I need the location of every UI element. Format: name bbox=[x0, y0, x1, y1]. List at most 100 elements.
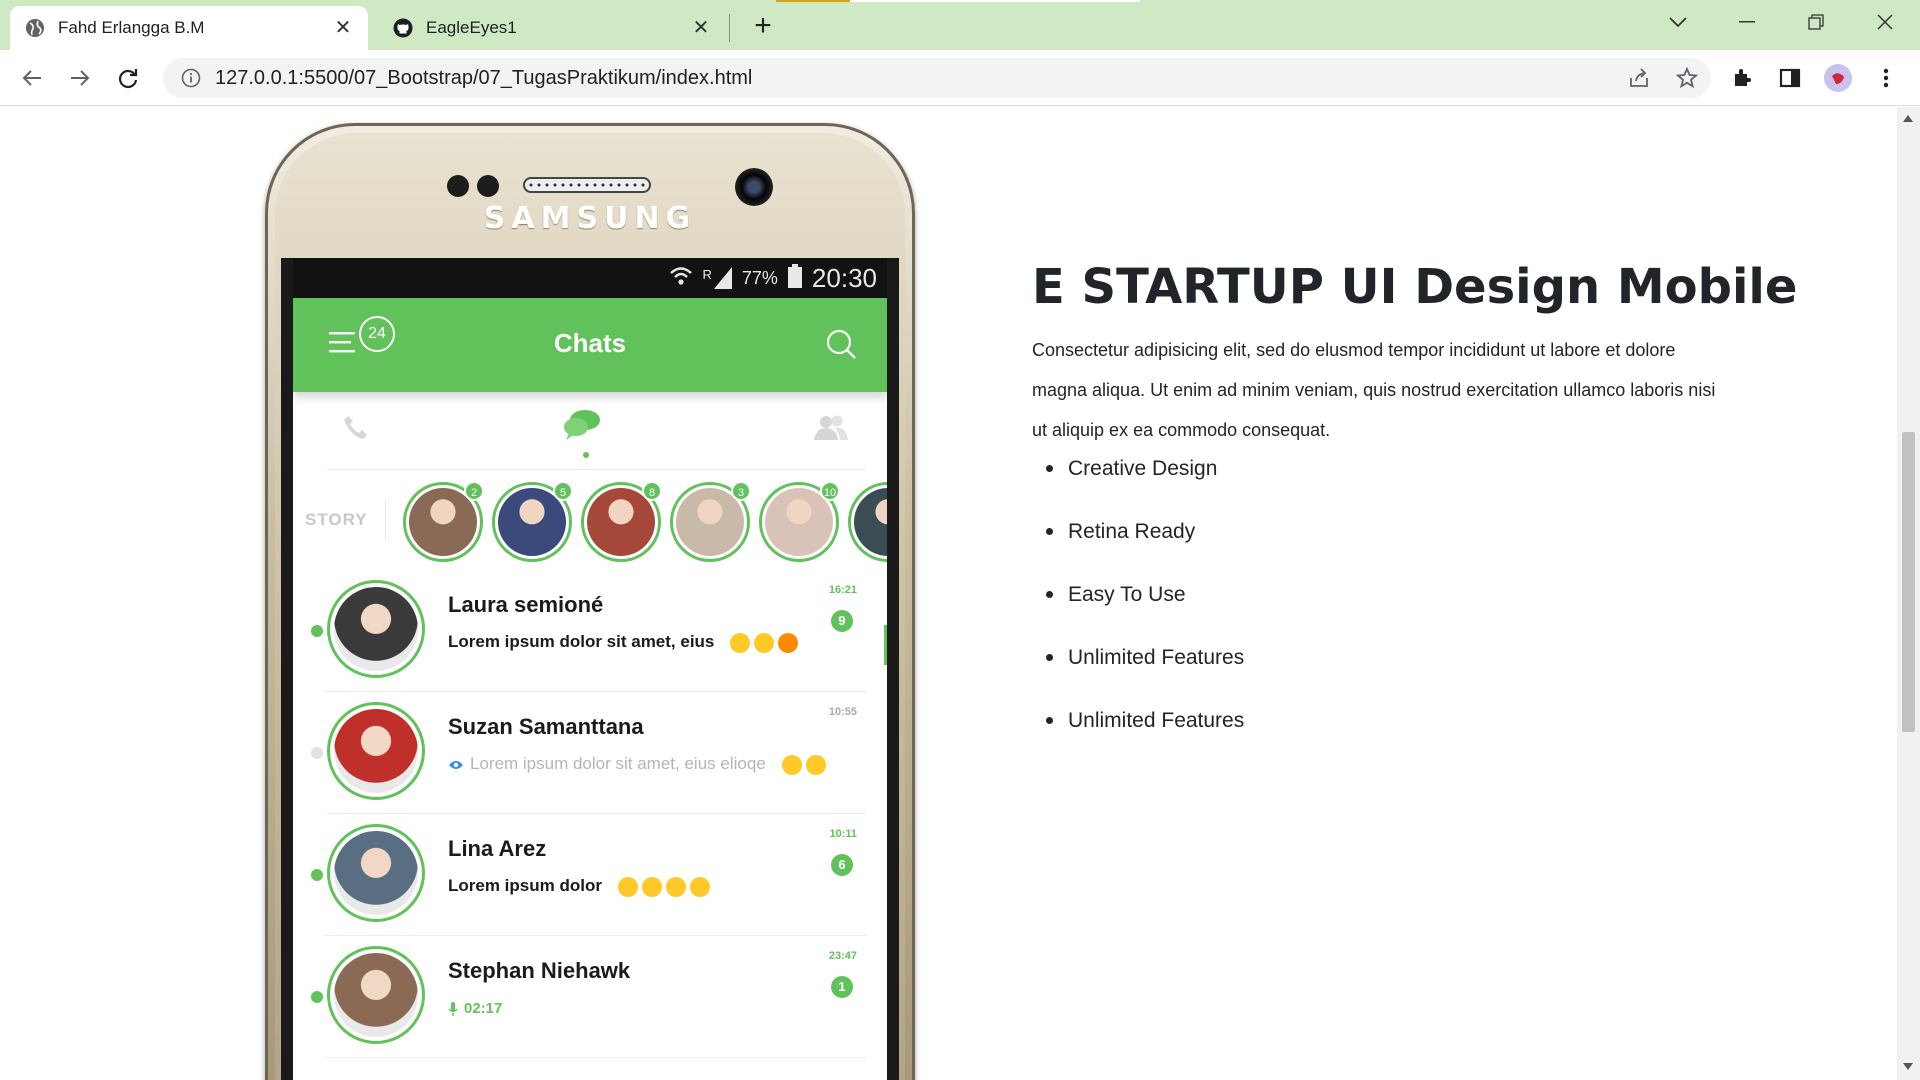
close-icon[interactable]: ✕ bbox=[690, 17, 712, 39]
message-text: Lorem ipsum dolor bbox=[448, 876, 602, 895]
phone-clock: 20:30 bbox=[811, 262, 877, 293]
heading-bold: E STARTUP bbox=[1032, 259, 1324, 315]
page-scrollbar[interactable] bbox=[1897, 107, 1920, 1080]
minimize-button[interactable] bbox=[1717, 4, 1777, 40]
avatar bbox=[327, 702, 425, 800]
battery-icon bbox=[787, 263, 802, 293]
contacts-icon[interactable] bbox=[813, 414, 849, 445]
chat-bubble-icon[interactable] bbox=[563, 408, 601, 447]
side-panel-icon[interactable] bbox=[1772, 60, 1808, 96]
section-description: Consectetur adipisicing elit, sed do elu… bbox=[1032, 340, 1716, 440]
avatar-image bbox=[334, 953, 418, 1037]
app-title: Chats bbox=[553, 328, 627, 358]
chat-app-bar: 24 Chats bbox=[293, 298, 887, 392]
back-button[interactable] bbox=[14, 60, 50, 96]
stories-row: STORY 2 5 8 3 10 bbox=[293, 470, 887, 570]
loading-indicator bbox=[776, 0, 1140, 2]
scroll-up-arrow[interactable] bbox=[1903, 115, 1913, 122]
chat-row[interactable]: Stephan Niehawk 02:17 23:47 1 bbox=[311, 936, 867, 1058]
github-icon bbox=[392, 17, 414, 39]
bookmark-star-icon[interactable] bbox=[1663, 67, 1711, 89]
emoji-icon bbox=[781, 754, 802, 775]
emoji-icon bbox=[778, 632, 799, 653]
story-avatar[interactable]: 10 bbox=[759, 481, 840, 562]
message-text: Lorem ipsum dolor sit amet, eius elioqe bbox=[470, 754, 766, 773]
chat-row[interactable]: Laura semioné Lorem ipsum dolor sit amet,… bbox=[311, 570, 867, 692]
avatar bbox=[327, 580, 425, 678]
feature-item: Creative Design bbox=[1032, 437, 1244, 500]
more-menu-icon[interactable] bbox=[1868, 60, 1904, 96]
message-preview: 02:17 bbox=[448, 998, 502, 1018]
story-avatar[interactable]: 2 bbox=[403, 481, 484, 562]
scroll-down-arrow[interactable] bbox=[1903, 1063, 1913, 1070]
unread-count-badge: 1 bbox=[831, 976, 853, 998]
unread-count-badge: 6 bbox=[831, 854, 853, 876]
avatar-image bbox=[334, 831, 418, 915]
address-bar[interactable]: 127.0.0.1:5500/07_Bootstrap/07_TugasPrak… bbox=[163, 58, 1711, 98]
avatar bbox=[327, 824, 425, 922]
tab-fahd[interactable]: Fahd Erlangga B.M ✕ bbox=[10, 6, 368, 50]
emoji-icon bbox=[730, 632, 751, 653]
feature-item: Retina Ready bbox=[1032, 500, 1244, 563]
story-avatar[interactable]: 8 bbox=[581, 481, 662, 562]
profile-avatar[interactable] bbox=[1820, 60, 1856, 96]
unread-count-badge: 9 bbox=[831, 610, 853, 632]
chat-row[interactable]: Suzan Samanttana Lorem ipsum dolor sit am… bbox=[311, 692, 867, 814]
emoji-icon bbox=[754, 632, 775, 653]
emoji-icon bbox=[617, 876, 638, 897]
info-icon[interactable] bbox=[171, 68, 211, 88]
contact-name: Suzan Samanttana bbox=[448, 714, 644, 739]
sensor-dot bbox=[477, 175, 499, 197]
message-time: 16:21 bbox=[828, 584, 857, 596]
chat-row[interactable]: Lina Arez Lorem ipsum dolor 10:11 6 bbox=[311, 814, 867, 936]
contact-name: Laura semioné bbox=[448, 592, 604, 617]
signal-icon: R bbox=[703, 267, 732, 289]
chat-list: Laura semioné Lorem ipsum dolor sit amet,… bbox=[293, 570, 887, 1058]
scrollbar-thumb[interactable] bbox=[1902, 432, 1915, 732]
phone-screen: R 77% 20:30 24 Chats STORY 2 5 8 3 10 La… bbox=[281, 258, 899, 1080]
stories-label: STORY bbox=[305, 510, 368, 529]
active-tab-dot bbox=[583, 452, 589, 458]
section-heading: E STARTUP UI Design Mobile bbox=[1032, 259, 1797, 315]
story-count-badge: 8 bbox=[642, 481, 662, 501]
tab-search-icon[interactable] bbox=[1648, 4, 1708, 40]
feature-item: Easy To Use bbox=[1032, 563, 1244, 626]
search-icon[interactable] bbox=[825, 328, 857, 365]
page-viewport: SAMSUNG R 77% 20:30 24 Chats STORY 2 5 8… bbox=[0, 107, 1897, 1080]
close-window-button[interactable] bbox=[1855, 4, 1915, 40]
phone-call-icon[interactable] bbox=[343, 414, 369, 445]
online-indicator bbox=[311, 991, 323, 1003]
feature-item: Unlimited Features bbox=[1032, 626, 1244, 689]
restore-button[interactable] bbox=[1786, 4, 1846, 40]
emoji-icon bbox=[805, 754, 826, 775]
share-icon[interactable] bbox=[1615, 67, 1663, 89]
story-avatar[interactable]: 3 bbox=[670, 481, 751, 562]
story-avatar[interactable]: 5 bbox=[492, 481, 573, 562]
close-icon[interactable]: ✕ bbox=[332, 17, 354, 39]
heading-rest: UI Design Mobile bbox=[1323, 259, 1798, 315]
message-time: 23:47 bbox=[828, 950, 857, 962]
message-text: 02:17 bbox=[464, 1000, 503, 1017]
speaker-grille bbox=[523, 177, 651, 193]
online-indicator bbox=[311, 747, 323, 759]
story-avatar[interactable] bbox=[848, 482, 887, 562]
wifi-icon bbox=[669, 265, 693, 292]
extensions-icon[interactable] bbox=[1724, 60, 1760, 96]
new-tab-button[interactable]: + bbox=[746, 10, 780, 44]
globe-icon bbox=[24, 17, 46, 39]
chat-segment-tabs bbox=[323, 392, 867, 470]
feature-item: Unlimited Features bbox=[1032, 689, 1244, 752]
emoji-icon bbox=[641, 876, 662, 897]
url-text[interactable]: 127.0.0.1:5500/07_Bootstrap/07_TugasPrak… bbox=[215, 67, 1615, 90]
story-count-badge: 10 bbox=[820, 481, 840, 501]
forward-button[interactable] bbox=[62, 60, 98, 96]
message-time: 10:55 bbox=[828, 706, 857, 718]
reload-button[interactable] bbox=[110, 60, 146, 96]
story-count-badge: 2 bbox=[464, 481, 484, 501]
phone-brand: SAMSUNG bbox=[483, 201, 697, 236]
avatar-image bbox=[854, 488, 887, 556]
tab-eagleeyes[interactable]: EagleEyes1 ✕ bbox=[378, 6, 726, 50]
online-indicator bbox=[311, 625, 323, 637]
tab-title: EagleEyes1 bbox=[426, 18, 517, 37]
tab-separator bbox=[729, 14, 730, 42]
